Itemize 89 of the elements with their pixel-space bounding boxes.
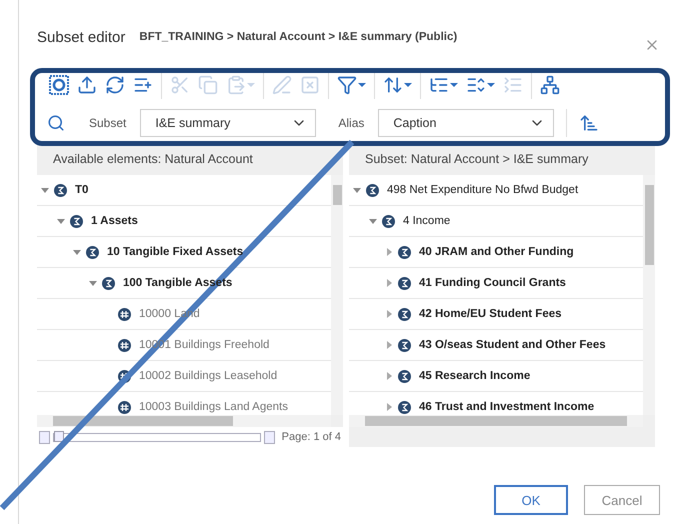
hash-icon	[118, 338, 131, 352]
hash-icon	[118, 370, 131, 382]
toolbar-button[interactable]	[337, 75, 366, 95]
tree-label: 43 O/seas Student and Other Fees	[419, 339, 606, 351]
panel-header: Available elements: Natural Account	[52, 151, 254, 168]
filter-icon	[337, 75, 357, 95]
upload-icon	[77, 75, 97, 95]
caret-right-icon[interactable]	[385, 372, 393, 380]
sigma-icon	[398, 276, 411, 290]
tree-label: 41 Funding Council Grants	[419, 277, 566, 289]
search-button[interactable]	[47, 114, 65, 132]
scissors-icon	[170, 75, 190, 95]
tree-label: 10003 Buildings Land Agents	[139, 401, 288, 413]
sigma-icon	[398, 246, 411, 258]
caret-icon	[247, 83, 255, 87]
caret-down-icon[interactable]	[73, 248, 81, 256]
tree-label: 10 Tangible Fixed Assets	[107, 246, 244, 258]
tree-label: 45 Research Income	[419, 370, 530, 382]
caret-right-icon[interactable]	[385, 341, 393, 349]
sigma-icon	[382, 214, 395, 228]
caret-right-icon[interactable]	[385, 248, 393, 256]
caret-right-icon[interactable]	[385, 279, 393, 287]
toolbar-button[interactable]	[49, 75, 69, 95]
tree-row[interactable]: 41 Funding Council Grants	[349, 268, 643, 299]
refresh-icon	[105, 75, 125, 95]
caret-icon	[358, 83, 366, 87]
caret-down-icon[interactable]	[57, 217, 65, 225]
alias-label: Alias	[338, 116, 364, 130]
sigma-icon	[70, 214, 83, 228]
sort-button[interactable]	[579, 113, 600, 133]
subset-label: Subset	[89, 116, 126, 130]
sigma-icon	[102, 276, 115, 290]
caret-down-icon[interactable]	[41, 186, 49, 194]
sigma-icon	[86, 246, 99, 258]
toolbar-button[interactable]	[383, 75, 412, 95]
target-icon	[49, 75, 69, 95]
tree-label: 10002 Buildings Leasehold	[139, 370, 278, 382]
panel-header: Subset: Natural Account > I&E summary	[364, 151, 590, 168]
tree-row[interactable]: 42 Home/EU Student Fees	[349, 299, 643, 330]
tree-label: T0	[75, 184, 88, 196]
hash-icon	[118, 308, 131, 320]
toolbar-button[interactable]	[540, 75, 560, 95]
tree-row[interactable]: 1 Assets	[37, 206, 331, 237]
clipboard-icon	[226, 75, 246, 95]
ok-button[interactable]: OK	[494, 485, 568, 515]
tree-row[interactable]: 43 O/seas Student and Other Fees	[349, 330, 643, 361]
tree-row[interactable]: T0	[37, 175, 331, 206]
caret-icon	[404, 83, 412, 87]
caret-down-icon[interactable]	[89, 279, 97, 287]
tree-label: 42 Home/EU Student Fees	[419, 308, 562, 320]
cancel-button[interactable]: Cancel	[584, 485, 660, 515]
tree-label: 1 Assets	[91, 215, 138, 227]
pen-icon	[272, 75, 292, 95]
caret-icon	[487, 83, 495, 87]
caret-down-icon[interactable]	[369, 217, 377, 225]
tree-row[interactable]: 40 JRAM and Other Funding	[349, 237, 643, 268]
copy-icon	[198, 75, 218, 95]
square-x-icon	[300, 75, 320, 95]
toolbar-button[interactable]	[77, 75, 97, 95]
tree-row[interactable]: 498 Net Expenditure No Bfwd Budget	[349, 175, 643, 206]
sort-icon	[383, 75, 403, 95]
page-slider-thumb[interactable]	[54, 430, 64, 442]
dialog-title: Subset editor	[37, 28, 126, 46]
caret-right-icon[interactable]	[385, 403, 393, 411]
toolbar-button[interactable]	[105, 75, 125, 95]
tree-row[interactable]: 10002 Buildings Leasehold	[37, 361, 331, 392]
tree-row[interactable]: 10 Tangible Fixed Assets	[37, 237, 331, 268]
subset-dropdown[interactable]: I&E summary	[140, 109, 316, 137]
list-collapse-icon	[503, 75, 523, 95]
tree-label: 4 Income	[403, 215, 450, 227]
caret-right-icon[interactable]	[385, 310, 393, 318]
sigma-icon	[398, 338, 411, 352]
tree-label: 46 Trust and Investment Income	[419, 401, 594, 413]
tree-row[interactable]: 4 Income	[349, 206, 643, 237]
sigma-icon	[398, 308, 411, 320]
caret-down-icon[interactable]	[353, 186, 361, 194]
previous-page-button[interactable]	[39, 430, 50, 444]
alias-dropdown[interactable]: Caption	[378, 109, 554, 137]
sigma-icon	[398, 370, 411, 382]
next-page-button[interactable]	[264, 430, 275, 444]
sigma-icon	[54, 184, 67, 196]
breadcrumb: BFT_TRAINING > Natural Account > I&E summary (Public)	[139, 31, 458, 43]
sigma-icon	[366, 184, 379, 196]
page-indicator: Page: 1 of 4	[282, 431, 341, 443]
tree-label: 498 Net Expenditure No Bfwd Budget	[387, 184, 578, 196]
tree-label: 40 JRAM and Other Funding	[419, 246, 574, 258]
tree-row[interactable]: 45 Research Income	[349, 361, 643, 392]
caret-icon	[450, 83, 458, 87]
hierarchy-icon	[540, 75, 560, 95]
